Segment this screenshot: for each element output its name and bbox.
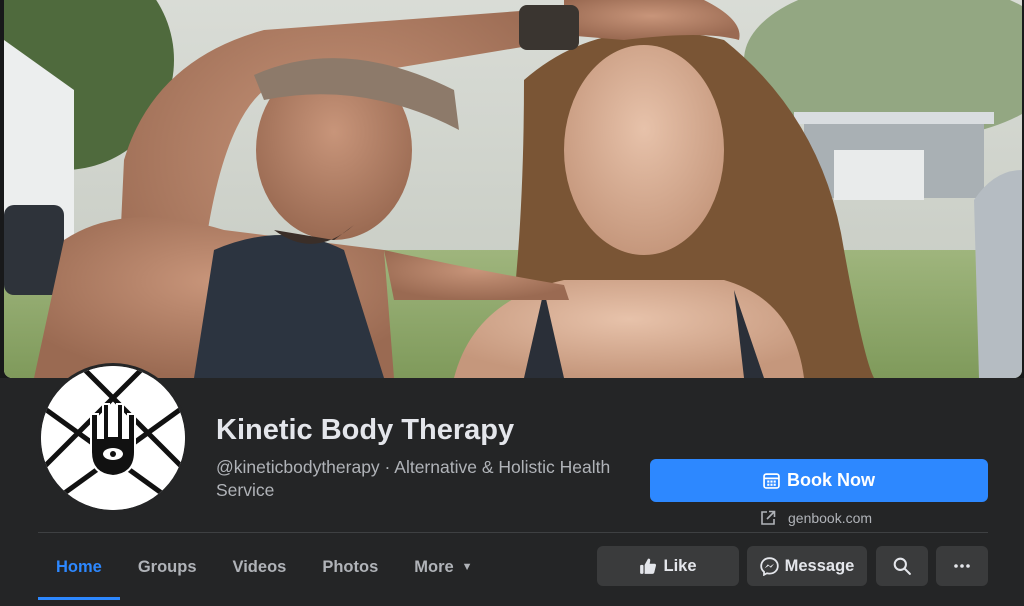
tab-more[interactable]: More ▼ [396,540,490,594]
tab-label: Photos [322,557,379,576]
book-now-button[interactable]: Book Now [650,459,988,502]
website-link[interactable]: genbook.com [760,507,872,529]
tab-photos[interactable]: Photos [304,540,396,594]
thumbs-up-icon [639,557,657,575]
hamsa-logo-icon [41,366,185,510]
page-title[interactable]: Kinetic Body Therapy [216,414,514,447]
header-divider [38,532,988,533]
like-label: Like [663,556,697,575]
facebook-page-header: Kinetic Body Therapy @kineticbodytherapy… [0,0,1024,606]
calendar-icon [763,472,780,489]
tab-label: Groups [137,557,197,576]
like-button[interactable]: Like [597,546,739,586]
page-tabs: Home Groups Videos Photos More ▼ [38,540,491,602]
avatar-logo [41,366,185,510]
message-button[interactable]: Message [747,546,867,586]
book-now-label: Book Now [787,470,875,490]
search-button[interactable] [876,546,928,586]
cover-photo-image [4,0,1022,378]
message-label: Message [784,556,855,575]
more-options-button[interactable] [936,546,988,586]
page-avatar[interactable] [38,363,188,513]
tab-groups[interactable]: Groups [120,540,215,594]
cover-photo[interactable] [4,0,1022,378]
tab-label: More [414,557,454,576]
tab-label: Home [56,557,102,576]
page-handle-and-category: @kineticbodytherapy · Alternative & Holi… [216,457,611,500]
tab-label: Videos [232,557,287,576]
tab-home[interactable]: Home [38,540,120,600]
caret-down-icon: ▼ [461,561,473,573]
search-icon [893,557,911,575]
website-link-text: genbook.com [788,510,873,526]
messenger-icon [759,556,779,576]
external-link-icon [760,510,776,526]
tab-videos[interactable]: Videos [215,540,305,594]
ellipsis-icon [954,564,970,568]
